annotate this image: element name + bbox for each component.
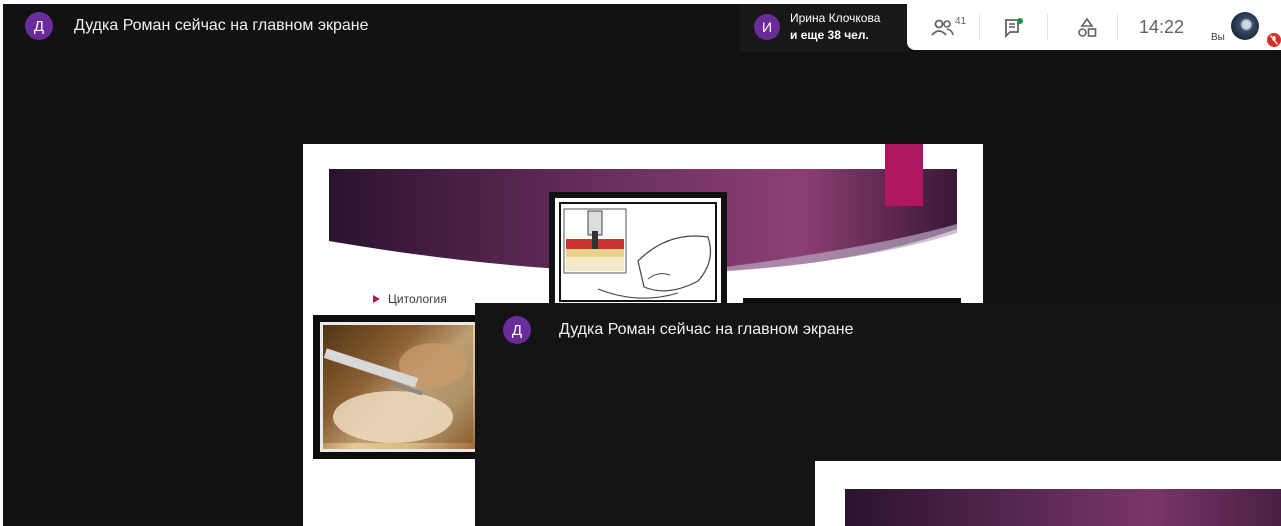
chat-icon [1005, 18, 1023, 39]
speaker-avatar: И [754, 14, 780, 40]
slide-bullet: Цитология [373, 292, 447, 306]
meet-window: Д Дудка Роман сейчас на главном экране Ц… [0, 0, 1281, 526]
top-controls: 41 14:22 Вы [907, 4, 1281, 50]
activities-icon [1078, 17, 1097, 37]
slide-accent-block [885, 144, 923, 206]
presenter-avatar: Д [503, 316, 531, 344]
bullet-text: Цитология [388, 292, 447, 306]
slide-illustration [549, 192, 727, 312]
divider [1117, 14, 1118, 40]
clock: 14:22 [1139, 17, 1185, 37]
chat-button[interactable] [1003, 16, 1025, 40]
others-count: и еще 38 чел. [790, 28, 869, 42]
preview-banner [845, 489, 1281, 526]
divider [979, 14, 980, 40]
slide-photo [313, 315, 488, 459]
divider [1047, 14, 1048, 40]
self-label: Вы [1211, 32, 1225, 43]
presenter-avatar: Д [25, 12, 53, 40]
people-count: 41 [955, 16, 967, 27]
presenter-status-title: Дудка Роман сейчас на главном экране [74, 17, 369, 34]
main-stage: Д Дудка Роман сейчас на главном экране Ц… [3, 4, 1281, 526]
self-avatar[interactable] [1231, 12, 1259, 40]
people-icon [931, 19, 954, 36]
bullet-triangle-icon [373, 295, 380, 303]
speaker-name: Ирина Клочкова [790, 11, 881, 25]
presenter-status-title: Дудка Роман сейчас на главном экране [559, 321, 854, 338]
mic-off-icon [1267, 33, 1281, 47]
activities-button[interactable] [1077, 16, 1097, 40]
biopsy-illustration [563, 208, 711, 299]
presentation-preview[interactable] [815, 461, 1281, 526]
syringe-photo [323, 325, 473, 443]
active-speaker-chip[interactable]: И Ирина Клочкова и еще 38 чел. [740, 4, 910, 52]
people-button[interactable] [931, 16, 955, 40]
